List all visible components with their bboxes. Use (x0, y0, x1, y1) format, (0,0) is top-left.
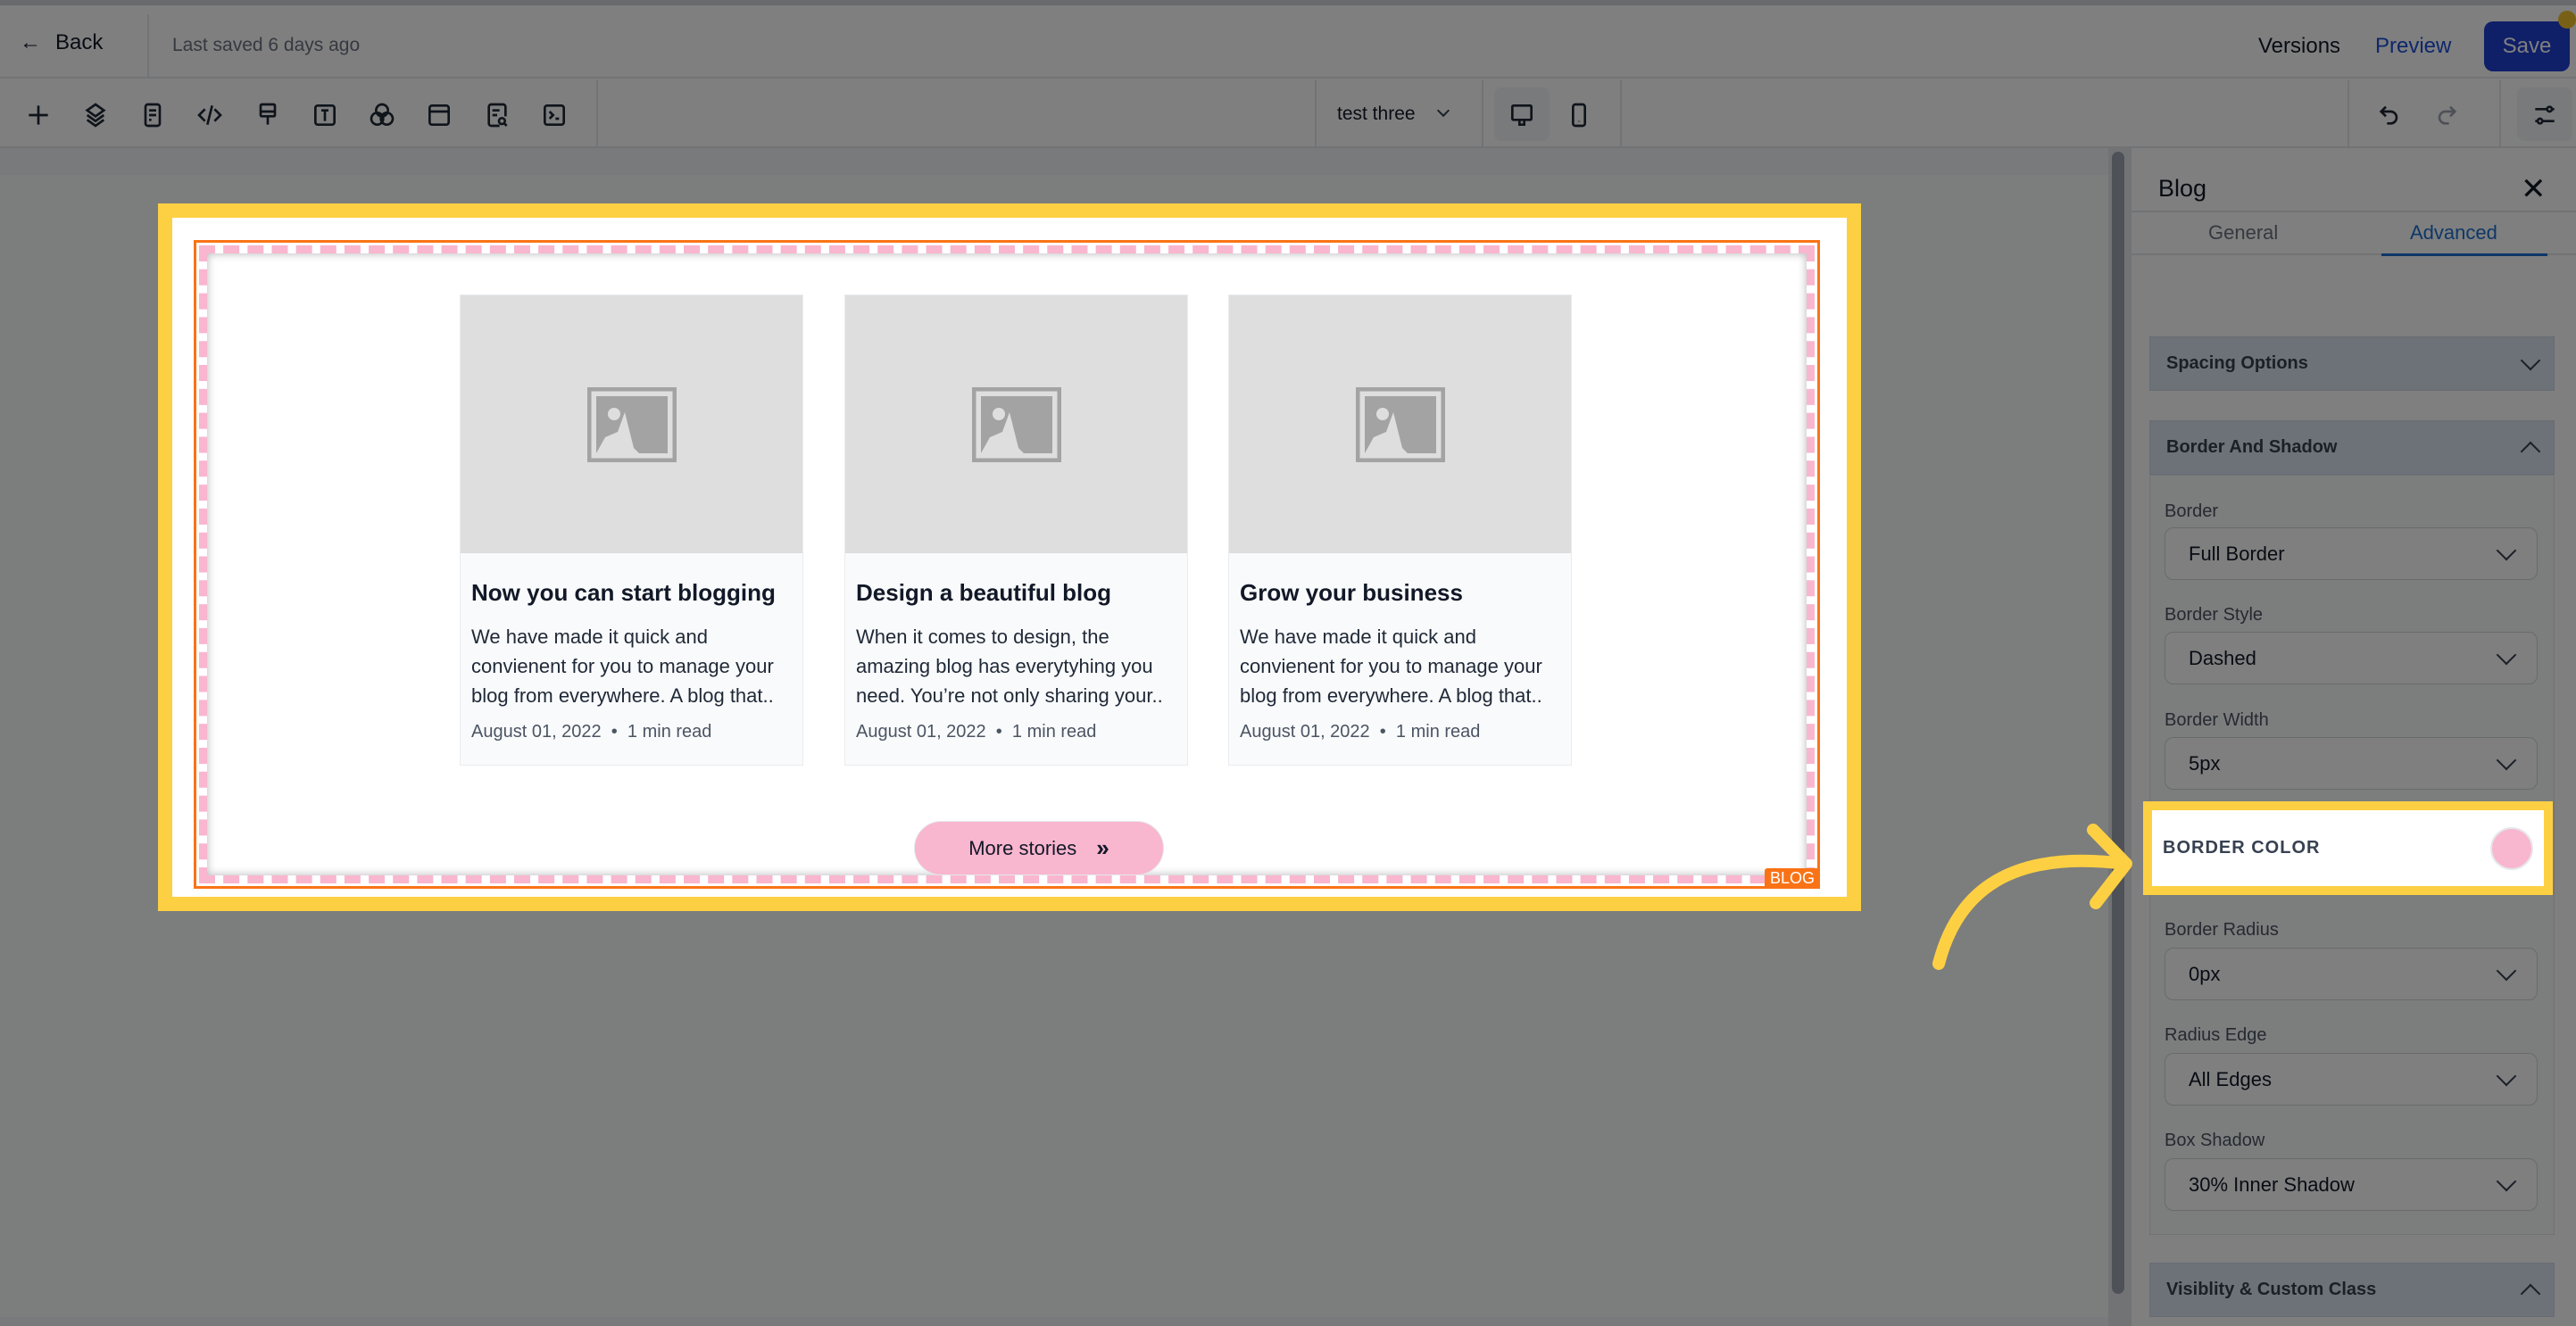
border-color-highlight: BORDER COLOR (2143, 801, 2553, 895)
blog-card[interactable]: Now you can start blogging We have made … (460, 294, 803, 766)
card-description: We have made it quick and convienent for… (1240, 626, 1542, 707)
border-color-label: BORDER COLOR (2163, 838, 2321, 858)
card-read-time: 1 min read (627, 722, 712, 742)
double-chevron-right-icon: » (1096, 834, 1109, 861)
card-read-time: 1 min read (1395, 722, 1481, 742)
card-title[interactable]: Design a beautiful blog (856, 579, 1111, 607)
element-type-badge: BLOG (1764, 868, 1820, 889)
card-description: When it comes to design, the amazing blo… (856, 626, 1163, 707)
border-color-swatch[interactable] (2490, 826, 2533, 870)
card-date: August 01, 2022 (471, 722, 602, 742)
callout-arrow-icon (1932, 824, 2132, 970)
card-title[interactable]: Now you can start blogging (471, 579, 776, 607)
card-read-time: 1 min read (1011, 722, 1097, 742)
card-meta: August 01, 2022 • 1 min read (1240, 722, 1481, 742)
more-stories-label: More stories (968, 836, 1077, 859)
image-placeholder-icon (845, 295, 1187, 553)
blog-element[interactable]: Now you can start blogging We have made … (194, 240, 1820, 889)
more-stories-button[interactable]: More stories » (914, 821, 1164, 875)
card-date: August 01, 2022 (856, 722, 986, 742)
blog-card[interactable]: Design a beautiful blog When it comes to… (844, 294, 1188, 766)
image-placeholder-icon (461, 295, 802, 553)
card-meta: August 01, 2022 • 1 min read (471, 722, 712, 742)
image-placeholder-icon (1229, 295, 1571, 553)
blog-dashed-border: Now you can start blogging We have made … (199, 245, 1815, 883)
blog-card[interactable]: Grow your business We have made it quick… (1228, 294, 1572, 766)
card-meta: August 01, 2022 • 1 min read (856, 722, 1097, 742)
card-date: August 01, 2022 (1240, 722, 1370, 742)
blog-section-highlight: Now you can start blogging We have made … (158, 203, 1861, 911)
card-title[interactable]: Grow your business (1240, 579, 1463, 607)
card-description: We have made it quick and convienent for… (471, 626, 774, 707)
